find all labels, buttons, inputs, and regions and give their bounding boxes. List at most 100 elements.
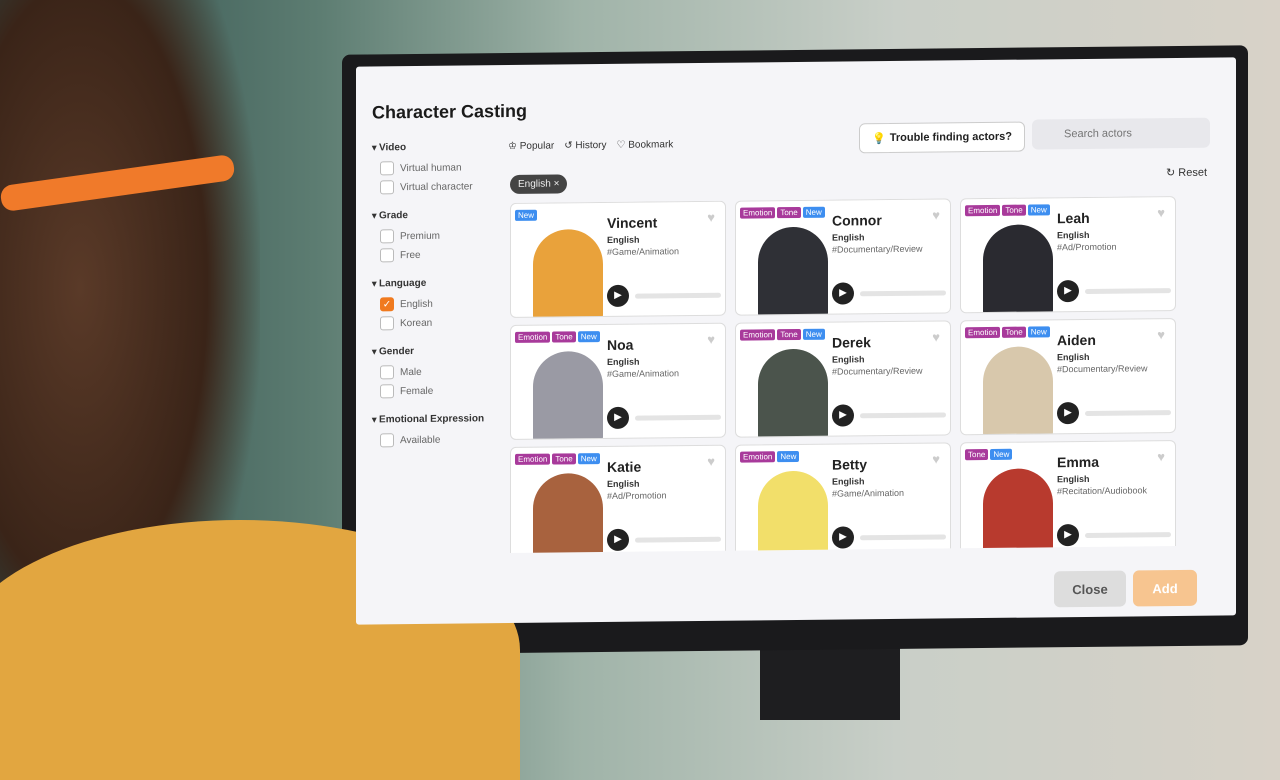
- checkbox[interactable]: [380, 229, 394, 244]
- add-button[interactable]: Add: [1133, 569, 1197, 607]
- actor-avatar: [758, 470, 828, 553]
- actor-name: Emma: [1057, 453, 1100, 471]
- heart-icon[interactable]: ♥: [932, 329, 940, 344]
- filter-group-title[interactable]: Grade: [372, 209, 502, 221]
- play-icon[interactable]: ▶: [1057, 402, 1079, 425]
- heart-icon[interactable]: ♥: [932, 207, 940, 222]
- actor-tag: #Game/Animation: [607, 246, 680, 257]
- filter-option[interactable]: Female: [380, 383, 502, 399]
- filter-group-title[interactable]: Gender: [372, 345, 502, 357]
- actor-tag: #Documentary/Review: [832, 243, 923, 255]
- actor-name: Aiden: [1057, 331, 1096, 349]
- reset-icon: ↻: [1166, 166, 1179, 180]
- actor-avatar: [533, 351, 603, 440]
- filter-group-title[interactable]: Language: [372, 277, 502, 289]
- play-icon[interactable]: ▶: [832, 282, 854, 305]
- filter-chip-english[interactable]: English ×: [510, 174, 568, 194]
- play-icon[interactable]: ▶: [832, 526, 854, 549]
- filter-option[interactable]: Male: [380, 364, 502, 380]
- badge-emotion: Emotion: [515, 453, 551, 465]
- checkbox[interactable]: [380, 180, 394, 195]
- audio-progress-bar[interactable]: [1085, 532, 1171, 538]
- checkbox[interactable]: [380, 248, 394, 263]
- filter-option[interactable]: Available: [380, 432, 502, 448]
- audio-progress-bar[interactable]: [635, 292, 721, 299]
- filter-group-title[interactable]: Video: [372, 141, 502, 153]
- reset-button[interactable]: ↻ Reset: [1166, 166, 1207, 179]
- filter-option[interactable]: Virtual character: [380, 179, 502, 195]
- badge-tone: Tone: [552, 453, 576, 465]
- checkbox[interactable]: [380, 365, 394, 380]
- heart-icon[interactable]: ♥: [707, 332, 715, 347]
- tab-bar: ♔ Popular ↺ History ♡ Bookmark: [508, 139, 673, 152]
- audio-progress-bar[interactable]: [635, 536, 721, 543]
- play-icon[interactable]: ▶: [607, 406, 629, 429]
- actor-card[interactable]: Emotion New Betty English #Game/Animation…: [735, 442, 951, 553]
- heart-icon[interactable]: ♥: [1157, 449, 1165, 464]
- filter-group: Emotional Expression Available: [372, 413, 502, 448]
- actor-card[interactable]: Tone New Emma English #Recitation/Audiobo…: [960, 440, 1176, 553]
- actor-tag: #Game/Animation: [607, 368, 680, 379]
- actor-card[interactable]: New Vincent English #Game/Animation ♥ ▶: [510, 200, 726, 318]
- filter-option[interactable]: Premium: [380, 228, 502, 244]
- actor-card[interactable]: Emotion Tone New Katie English #Ad/Promoti…: [510, 444, 726, 553]
- checkbox[interactable]: [380, 433, 394, 448]
- badge-new: New: [990, 448, 1013, 460]
- play-icon[interactable]: ▶: [1057, 524, 1079, 547]
- audio-progress-bar[interactable]: [1085, 288, 1171, 294]
- audio-progress-bar[interactable]: [860, 534, 946, 541]
- tab-popular[interactable]: ♔ Popular: [508, 141, 554, 152]
- badge-new: New: [1027, 326, 1050, 338]
- crown-icon: ♔: [508, 140, 520, 153]
- filter-group: Video Virtual human Virtual character: [372, 141, 502, 195]
- tab-bookmark[interactable]: ♡ Bookmark: [617, 139, 674, 151]
- tab-history[interactable]: ↺ History: [564, 140, 606, 151]
- filter-option[interactable]: Virtual human: [380, 160, 502, 176]
- checkbox[interactable]: ✓: [380, 297, 394, 312]
- play-icon[interactable]: ▶: [832, 404, 854, 427]
- actor-card[interactable]: Emotion Tone New Derek English #Documentar…: [735, 320, 951, 438]
- filter-group: Language ✓English Korean: [372, 277, 502, 331]
- badge-emotion: Emotion: [965, 204, 1001, 217]
- audio-progress-bar[interactable]: [635, 414, 721, 421]
- badge-new: New: [802, 206, 825, 218]
- heart-icon[interactable]: ♥: [707, 454, 715, 469]
- filter-group-title[interactable]: Emotional Expression: [372, 413, 502, 425]
- actor-name: Noa: [607, 336, 634, 353]
- heart-icon[interactable]: ♥: [707, 210, 715, 225]
- close-button[interactable]: Close: [1054, 570, 1126, 608]
- audio-progress-bar[interactable]: [860, 290, 946, 297]
- trouble-finding-button[interactable]: 💡 Trouble finding actors?: [859, 121, 1025, 154]
- filter-option[interactable]: Free: [380, 247, 502, 263]
- actor-avatar: [533, 229, 603, 318]
- actor-card[interactable]: Emotion Tone New Noa English #Game/Animati…: [510, 322, 726, 440]
- badge-tone: Tone: [965, 448, 989, 461]
- actor-card[interactable]: Emotion Tone New Leah English #Ad/Promotio…: [960, 196, 1176, 314]
- actor-avatar: [758, 226, 828, 316]
- history-icon: ↺: [564, 140, 576, 152]
- audio-progress-bar[interactable]: [860, 412, 946, 419]
- filter-option[interactable]: Korean: [380, 315, 502, 331]
- heart-icon[interactable]: ♥: [1157, 327, 1165, 342]
- actor-card[interactable]: Emotion Tone New Aiden English #Documentar…: [960, 318, 1176, 436]
- checkbox[interactable]: [380, 161, 394, 176]
- actor-card[interactable]: Emotion Tone New Connor English #Documenta…: [735, 198, 951, 316]
- checkbox[interactable]: [380, 384, 394, 399]
- filter-option[interactable]: ✓ English: [380, 296, 502, 312]
- actor-name: Connor: [832, 212, 882, 229]
- badge-emotion: Emotion: [740, 451, 776, 463]
- badge-new: New: [577, 331, 600, 343]
- filter-group: Grade Premium Free: [372, 209, 502, 263]
- search-input[interactable]: [1032, 117, 1210, 150]
- checkbox[interactable]: [380, 316, 394, 331]
- actor-avatar: [983, 346, 1053, 436]
- audio-progress-bar[interactable]: [1085, 410, 1171, 416]
- actor-name: Betty: [832, 456, 868, 473]
- lightbulb-icon: 💡: [872, 132, 886, 145]
- play-icon[interactable]: ▶: [1057, 280, 1079, 303]
- play-icon[interactable]: ▶: [607, 284, 629, 307]
- heart-icon[interactable]: ♥: [932, 451, 940, 466]
- heart-icon[interactable]: ♥: [1157, 205, 1165, 220]
- play-icon[interactable]: ▶: [607, 528, 629, 551]
- badge-emotion: Emotion: [740, 207, 776, 219]
